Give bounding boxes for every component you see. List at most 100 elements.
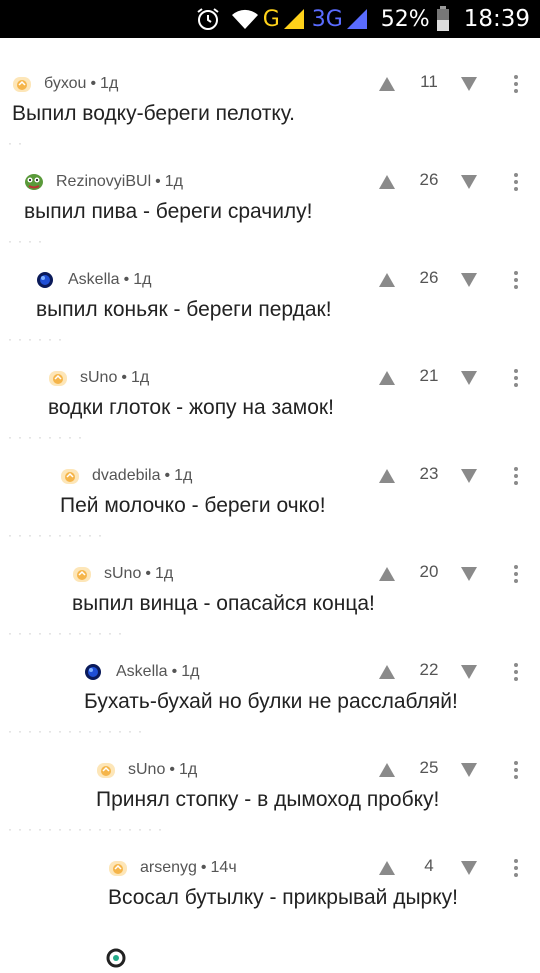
username[interactable]: RezinovyiBUl [56, 173, 151, 191]
more-options-icon[interactable] [508, 857, 524, 879]
vote-score: 22 [419, 660, 439, 679]
more-options-icon[interactable] [508, 367, 524, 389]
comment-age: 1д [130, 369, 150, 386]
avatar[interactable] [60, 467, 79, 485]
more-options-icon[interactable] [508, 269, 524, 291]
network-g-label: G [262, 6, 280, 32]
downvote-arrow-icon[interactable] [460, 370, 478, 386]
avatar[interactable] [48, 369, 67, 387]
more-options-icon[interactable] [508, 563, 524, 585]
meta-separator: • [169, 761, 175, 778]
thread-depth-dots: ········ [8, 430, 88, 444]
upvote-arrow-icon[interactable] [378, 272, 396, 288]
thread-depth-dots: ·············· [8, 724, 148, 738]
comment-text: Бухать-бухай но булки не расслабляй! [84, 690, 458, 713]
comment-meta: RezinovyiBUl • 1д [24, 170, 183, 194]
thread-depth-dots: ·········· [8, 528, 108, 542]
thread-depth-dots: ······ [8, 332, 68, 346]
downvote-arrow-icon[interactable] [460, 76, 478, 92]
comment-meta: бухоu • 1д [12, 72, 118, 96]
vote-score: 11 [420, 72, 438, 91]
network-3g-label: 3G [311, 6, 343, 32]
avatar[interactable] [96, 761, 115, 779]
avatar[interactable] [36, 271, 54, 289]
username[interactable]: sUno [104, 565, 141, 583]
comment-age: 14ч [210, 859, 237, 876]
upvote-arrow-icon[interactable] [378, 468, 396, 484]
comment-age: 1д [133, 271, 152, 288]
upvote-arrow-icon[interactable] [378, 566, 396, 582]
comment-item[interactable]: ············ Askella • 1д Бухать-бухай но бу… [0, 627, 540, 730]
avatar[interactable] [72, 565, 91, 583]
comment-age: 1д [178, 761, 198, 778]
more-options-icon[interactable] [508, 171, 524, 193]
battery-percent: 52% [380, 6, 430, 32]
upvote-arrow-icon[interactable] [378, 762, 396, 778]
vote-score: 25 [419, 758, 439, 777]
more-options-icon[interactable] [508, 759, 524, 781]
alarm-icon [195, 6, 231, 32]
downvote-arrow-icon[interactable] [460, 468, 478, 484]
comment-age: 1д [164, 173, 183, 190]
downvote-arrow-icon[interactable] [460, 566, 478, 582]
more-options-icon[interactable] [508, 661, 524, 683]
username[interactable]: sUno [128, 761, 165, 779]
downvote-arrow-icon[interactable] [460, 762, 478, 778]
status-bar: G 3G 52% 18:39 [0, 0, 540, 38]
comment-text: выпил пива - береги срачилу! [24, 200, 313, 223]
comment-item[interactable]: ·· RezinovyiBUl • 1д выпил пива - береги сра… [0, 137, 540, 240]
comment-item[interactable]: ················ arsenyg • 14ч Всосал бутылк… [0, 823, 540, 926]
avatar[interactable] [24, 173, 43, 191]
comment-age: 1д [174, 467, 193, 484]
comment-text: выпил винца - опасайся конца! [72, 592, 375, 615]
username[interactable]: arsenyg [140, 859, 197, 877]
username[interactable]: бухоu [44, 75, 86, 93]
comment-item[interactable]: ·············· sUno • 1д Принял стопку - в д… [0, 725, 540, 828]
username[interactable]: sUno [80, 369, 117, 387]
username[interactable]: dvadebila [92, 467, 161, 485]
downvote-arrow-icon[interactable] [460, 664, 478, 680]
signal-3g-icon [345, 7, 375, 31]
comment-item[interactable]: ······ sUno • 1д водки глоток - жопу на замо… [0, 333, 540, 436]
comment-age: 1д [181, 663, 200, 680]
upvote-arrow-icon[interactable] [378, 76, 396, 92]
comment-item[interactable]: ···· Askella • 1д выпил коньяк - береги перд… [0, 235, 540, 338]
comment-text: Всосал бутылку - прикрывай дырку! [108, 886, 458, 909]
downvote-arrow-icon[interactable] [460, 860, 478, 876]
thread-depth-dots: ················ [8, 822, 168, 836]
meta-separator: • [164, 467, 171, 484]
vote-score: 26 [419, 268, 439, 287]
username[interactable]: Askella [68, 271, 120, 289]
upvote-arrow-icon[interactable] [378, 860, 396, 876]
upvote-arrow-icon[interactable] [378, 174, 396, 190]
avatar[interactable] [108, 859, 127, 877]
downvote-arrow-icon[interactable] [460, 174, 478, 190]
comment-item[interactable]: ·········· sUno • 1д выпил винца - опасайся … [0, 529, 540, 632]
signal-icon [282, 7, 312, 31]
vote-score: 23 [419, 464, 439, 483]
avatar[interactable] [12, 75, 31, 93]
comment-age: 1д [100, 75, 119, 92]
comment-meta: dvadebila • 1д [60, 464, 192, 488]
vote-score: 21 [419, 366, 439, 385]
downvote-arrow-icon[interactable] [460, 272, 478, 288]
comment-meta: Askella • 1д [36, 268, 151, 292]
avatar[interactable] [84, 663, 102, 681]
comment-text: водки глоток - жопу на замок! [48, 396, 334, 419]
meta-separator: • [90, 75, 97, 92]
more-options-icon[interactable] [508, 465, 524, 487]
upvote-arrow-icon[interactable] [378, 370, 396, 386]
meta-separator: • [200, 859, 207, 876]
comment-meta: sUno • 1д [96, 758, 197, 782]
partial-next-comment-avatar [106, 948, 126, 973]
comment-item[interactable]: ········ dvadebila • 1д Пей молочко - береги… [0, 431, 540, 534]
username[interactable]: Askella [116, 663, 168, 681]
thread-depth-dots: ···· [8, 234, 48, 248]
comment-meta: Askella • 1д [84, 660, 199, 684]
comment-item[interactable]: бухоu • 1д Выпил водку-береги пелотку. 11 [0, 44, 540, 142]
clock: 18:39 [463, 6, 530, 32]
more-options-icon[interactable] [508, 73, 524, 95]
vote-score: 20 [419, 562, 439, 581]
meta-separator: • [121, 369, 127, 386]
upvote-arrow-icon[interactable] [378, 664, 396, 680]
